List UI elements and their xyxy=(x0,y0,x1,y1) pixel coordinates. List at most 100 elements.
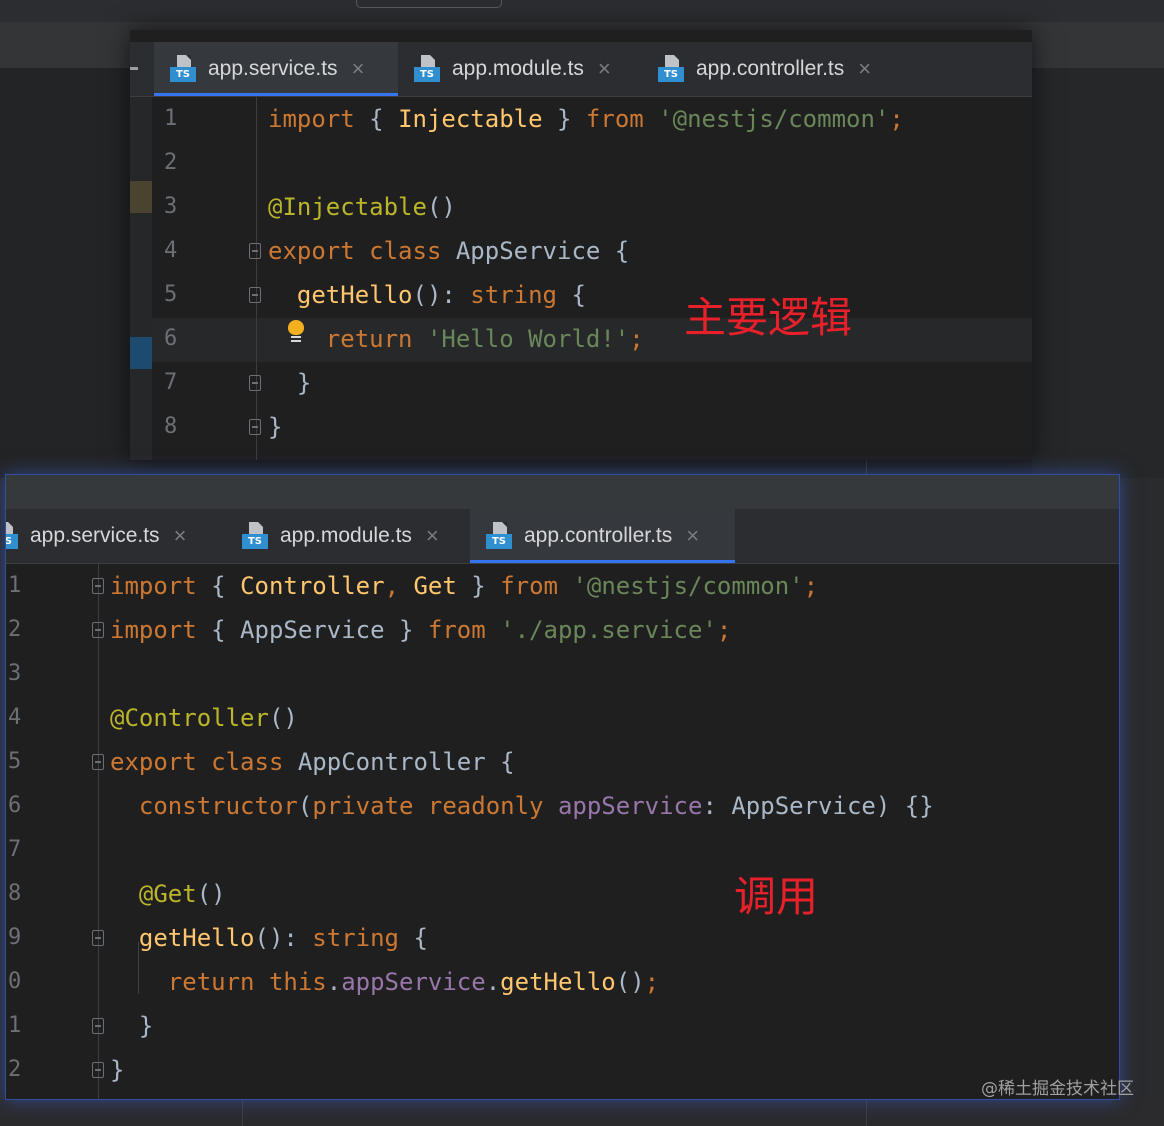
code-line[interactable]: 5 export class AppController { xyxy=(6,740,1119,784)
background-split-line xyxy=(866,1098,867,1126)
code-line[interactable]: 6 return 'Hello World!'; xyxy=(130,317,1032,361)
bottom-code-area[interactable]: 1 import { Controller, Get } from '@nestj… xyxy=(6,564,1119,1099)
close-icon[interactable]: × xyxy=(426,523,439,549)
fold-marker-icon[interactable] xyxy=(92,1018,104,1034)
background-search-pill xyxy=(356,0,502,8)
code-token: export class xyxy=(268,237,456,265)
code-line[interactable]: 4 export class AppService { xyxy=(130,229,1032,273)
line-number: 2 xyxy=(8,617,22,642)
code-text: @Get() xyxy=(110,872,226,916)
code-token: () xyxy=(268,704,298,732)
code-line[interactable]: 3 xyxy=(6,652,1119,696)
bottom-title-strip xyxy=(6,475,1119,509)
code-text: } xyxy=(268,405,282,449)
tab-app-service[interactable]: TS app.service.ts × xyxy=(154,42,398,96)
code-line[interactable]: 8} xyxy=(130,405,1032,449)
code-text: import { AppService } from './app.servic… xyxy=(110,608,731,652)
code-token: . xyxy=(326,968,342,996)
code-token: string xyxy=(470,281,557,309)
code-token: appService xyxy=(341,968,486,996)
code-token: ; xyxy=(644,968,660,996)
fold-marker-icon[interactable] xyxy=(249,287,261,303)
code-line[interactable]: 7 } xyxy=(130,361,1032,405)
code-line[interactable]: 9 getHello(): string { xyxy=(6,916,1119,960)
typescript-file-icon: TS xyxy=(486,522,516,550)
code-text: export class AppController { xyxy=(110,740,515,784)
code-token: return this xyxy=(167,968,327,996)
line-number: 1 xyxy=(164,106,178,131)
code-line[interactable]: 0 return this.appService.getHello(); xyxy=(6,960,1119,1004)
code-token: '@nestjs/common' xyxy=(658,105,890,133)
lightbulb-icon[interactable] xyxy=(287,320,305,342)
line-number: 3 xyxy=(8,661,22,686)
code-line[interactable]: 6 constructor(private readonly appServic… xyxy=(6,784,1119,828)
code-token: from xyxy=(427,616,486,644)
tab-app-controller[interactable]: TS app.controller.ts × xyxy=(642,42,902,96)
close-icon[interactable]: × xyxy=(352,56,365,82)
background-title-bar xyxy=(0,0,1164,23)
line-number: 0 xyxy=(8,969,22,994)
code-token: { xyxy=(196,572,241,600)
line-number: 2 xyxy=(164,150,178,175)
code-token: ( xyxy=(297,792,313,820)
top-code-area[interactable]: 1 import { Injectable } from '@nestjs/com… xyxy=(130,97,1032,460)
code-token: (): xyxy=(254,924,313,952)
code-line[interactable]: 4 @Controller() xyxy=(6,696,1119,740)
code-line[interactable]: 2 xyxy=(130,141,1032,185)
fold-marker-icon[interactable] xyxy=(92,754,104,770)
line-number: 1 xyxy=(8,1013,22,1038)
tab-label: app.controller.ts xyxy=(524,524,673,547)
fold-marker-icon[interactable] xyxy=(92,1062,104,1078)
code-line[interactable]: 1 } xyxy=(6,1004,1119,1048)
annotation-main-logic: 主要逻辑 xyxy=(684,293,853,342)
code-token: @Injectable xyxy=(268,193,427,221)
fold-marker-icon[interactable] xyxy=(92,930,104,946)
fold-marker-icon[interactable] xyxy=(249,419,261,435)
code-token: import xyxy=(110,572,197,600)
tab-app-module[interactable]: TS app.module.ts × xyxy=(398,42,642,96)
fold-marker-icon[interactable] xyxy=(92,578,104,594)
code-token: private readonly xyxy=(312,792,558,820)
code-token: return xyxy=(325,325,413,353)
code-token: AppController { xyxy=(297,748,515,776)
code-token: } xyxy=(456,572,501,600)
code-line[interactable]: 3 @Injectable() xyxy=(130,185,1032,229)
tab-app-controller[interactable]: TS app.controller.ts × xyxy=(470,509,735,563)
close-icon[interactable]: × xyxy=(598,56,611,82)
code-line[interactable]: 1 import { Injectable } from '@nestjs/com… xyxy=(130,97,1032,141)
code-token: export class xyxy=(110,748,298,776)
code-token: } xyxy=(110,1056,125,1084)
code-text: @Controller() xyxy=(110,696,298,740)
code-token: ; xyxy=(629,325,644,353)
fold-marker-icon[interactable] xyxy=(92,622,104,638)
code-line[interactable]: 2} xyxy=(6,1048,1119,1092)
code-text: export class AppService { xyxy=(268,229,629,273)
code-line[interactable]: 1 import { Controller, Get } from '@nestj… xyxy=(6,564,1119,608)
fold-marker-icon[interactable] xyxy=(249,375,261,391)
code-token: { xyxy=(399,924,428,952)
code-line[interactable]: 8 @Get() xyxy=(6,872,1119,916)
tab-app-service[interactable]: TS app.service.ts × xyxy=(6,509,232,563)
code-text: return 'Hello World!'; xyxy=(268,317,644,361)
code-token: { AppService } xyxy=(196,616,428,644)
code-line[interactable]: 7 xyxy=(6,828,1119,872)
watermark: @稀土掘金技术社区 xyxy=(981,1079,1134,1099)
code-token: getHello xyxy=(500,968,616,996)
code-text: @Injectable() xyxy=(268,185,456,229)
code-token: getHello xyxy=(296,281,413,309)
code-line[interactable]: 2 import { AppService } from './app.servi… xyxy=(6,608,1119,652)
tab-app-module[interactable]: TS app.module.ts × xyxy=(232,509,470,563)
close-icon[interactable]: × xyxy=(858,56,871,82)
code-token: } xyxy=(268,413,283,441)
typescript-file-icon: TS xyxy=(170,55,200,83)
close-icon[interactable]: × xyxy=(174,523,187,549)
background-status-area xyxy=(0,1098,1164,1126)
code-token: from xyxy=(585,105,644,133)
code-token: Controller xyxy=(240,572,385,600)
close-icon[interactable]: × xyxy=(686,523,699,549)
code-text: getHello(): string { xyxy=(268,273,586,317)
fold-marker-icon[interactable] xyxy=(249,243,261,259)
code-line[interactable]: 5 getHello(): string { xyxy=(130,273,1032,317)
